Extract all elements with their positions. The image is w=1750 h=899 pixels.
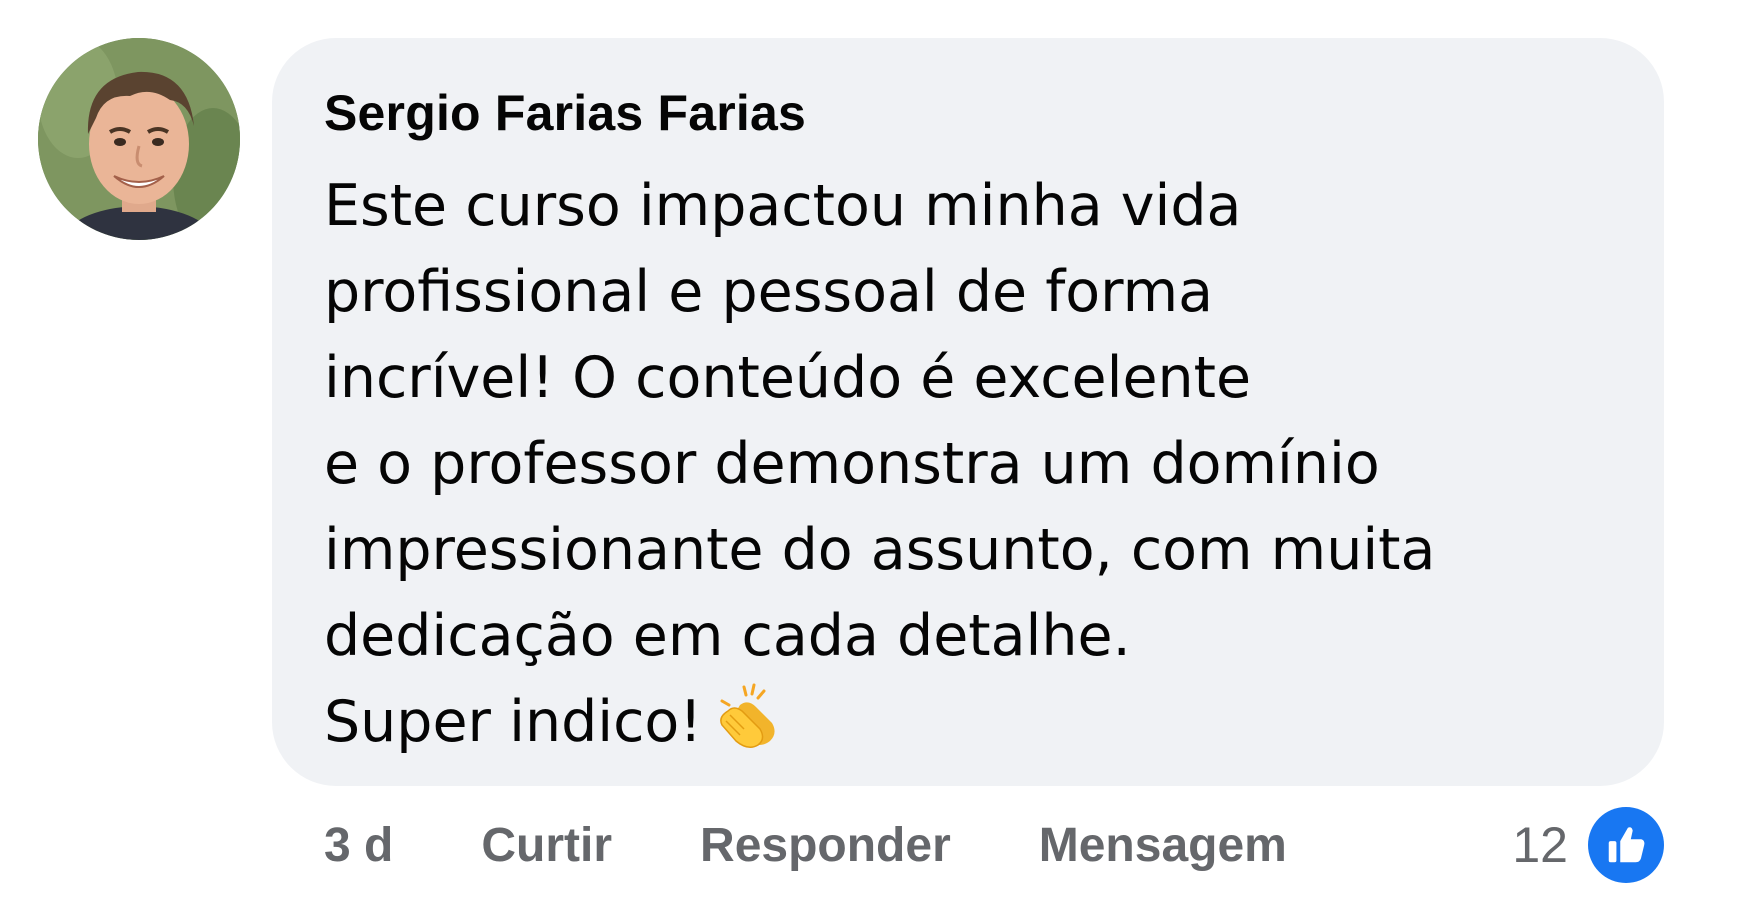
reactions-summary[interactable]: 12 [1512,806,1664,884]
comment-text-line-last: Super indico! [324,679,1612,765]
message-button[interactable]: Mensagem [1039,818,1287,873]
comment-text-line: Super indico! [324,689,703,755]
user-avatar-icon [38,38,240,240]
comment-text-line: impressionante do assunto, com muita [324,517,1436,583]
comment-text-line: incrível! O conteúdo é excelente [324,345,1252,411]
comment-bubble: Sergio Farias Farias Este curso impactou… [272,38,1664,786]
avatar[interactable] [38,38,240,240]
thumbs-up-icon[interactable] [1588,807,1664,883]
reaction-count[interactable]: 12 [1512,816,1568,874]
reply-button[interactable]: Responder [700,818,951,873]
like-button[interactable]: Curtir [481,818,612,873]
comment-text-line: profissional e pessoal de forma [324,259,1214,325]
comment-text-line: e o professor demonstra um domínio [324,431,1380,497]
comment-timestamp[interactable]: 3 d [324,818,393,873]
comment-text: Este curso impactou minha vida profissio… [324,163,1612,765]
thumbs-up-glyph-icon [1608,827,1645,863]
clapping-hands-icon [720,683,775,748]
comment-text-line: dedicação em cada detalhe. [324,603,1131,669]
comment-author-name[interactable]: Sergio Farias Farias [324,86,1612,141]
comment-actions: 3 d Curtir Responder Mensagem [324,810,1287,880]
comment-text-line: Este curso impactou minha vida [324,173,1242,239]
